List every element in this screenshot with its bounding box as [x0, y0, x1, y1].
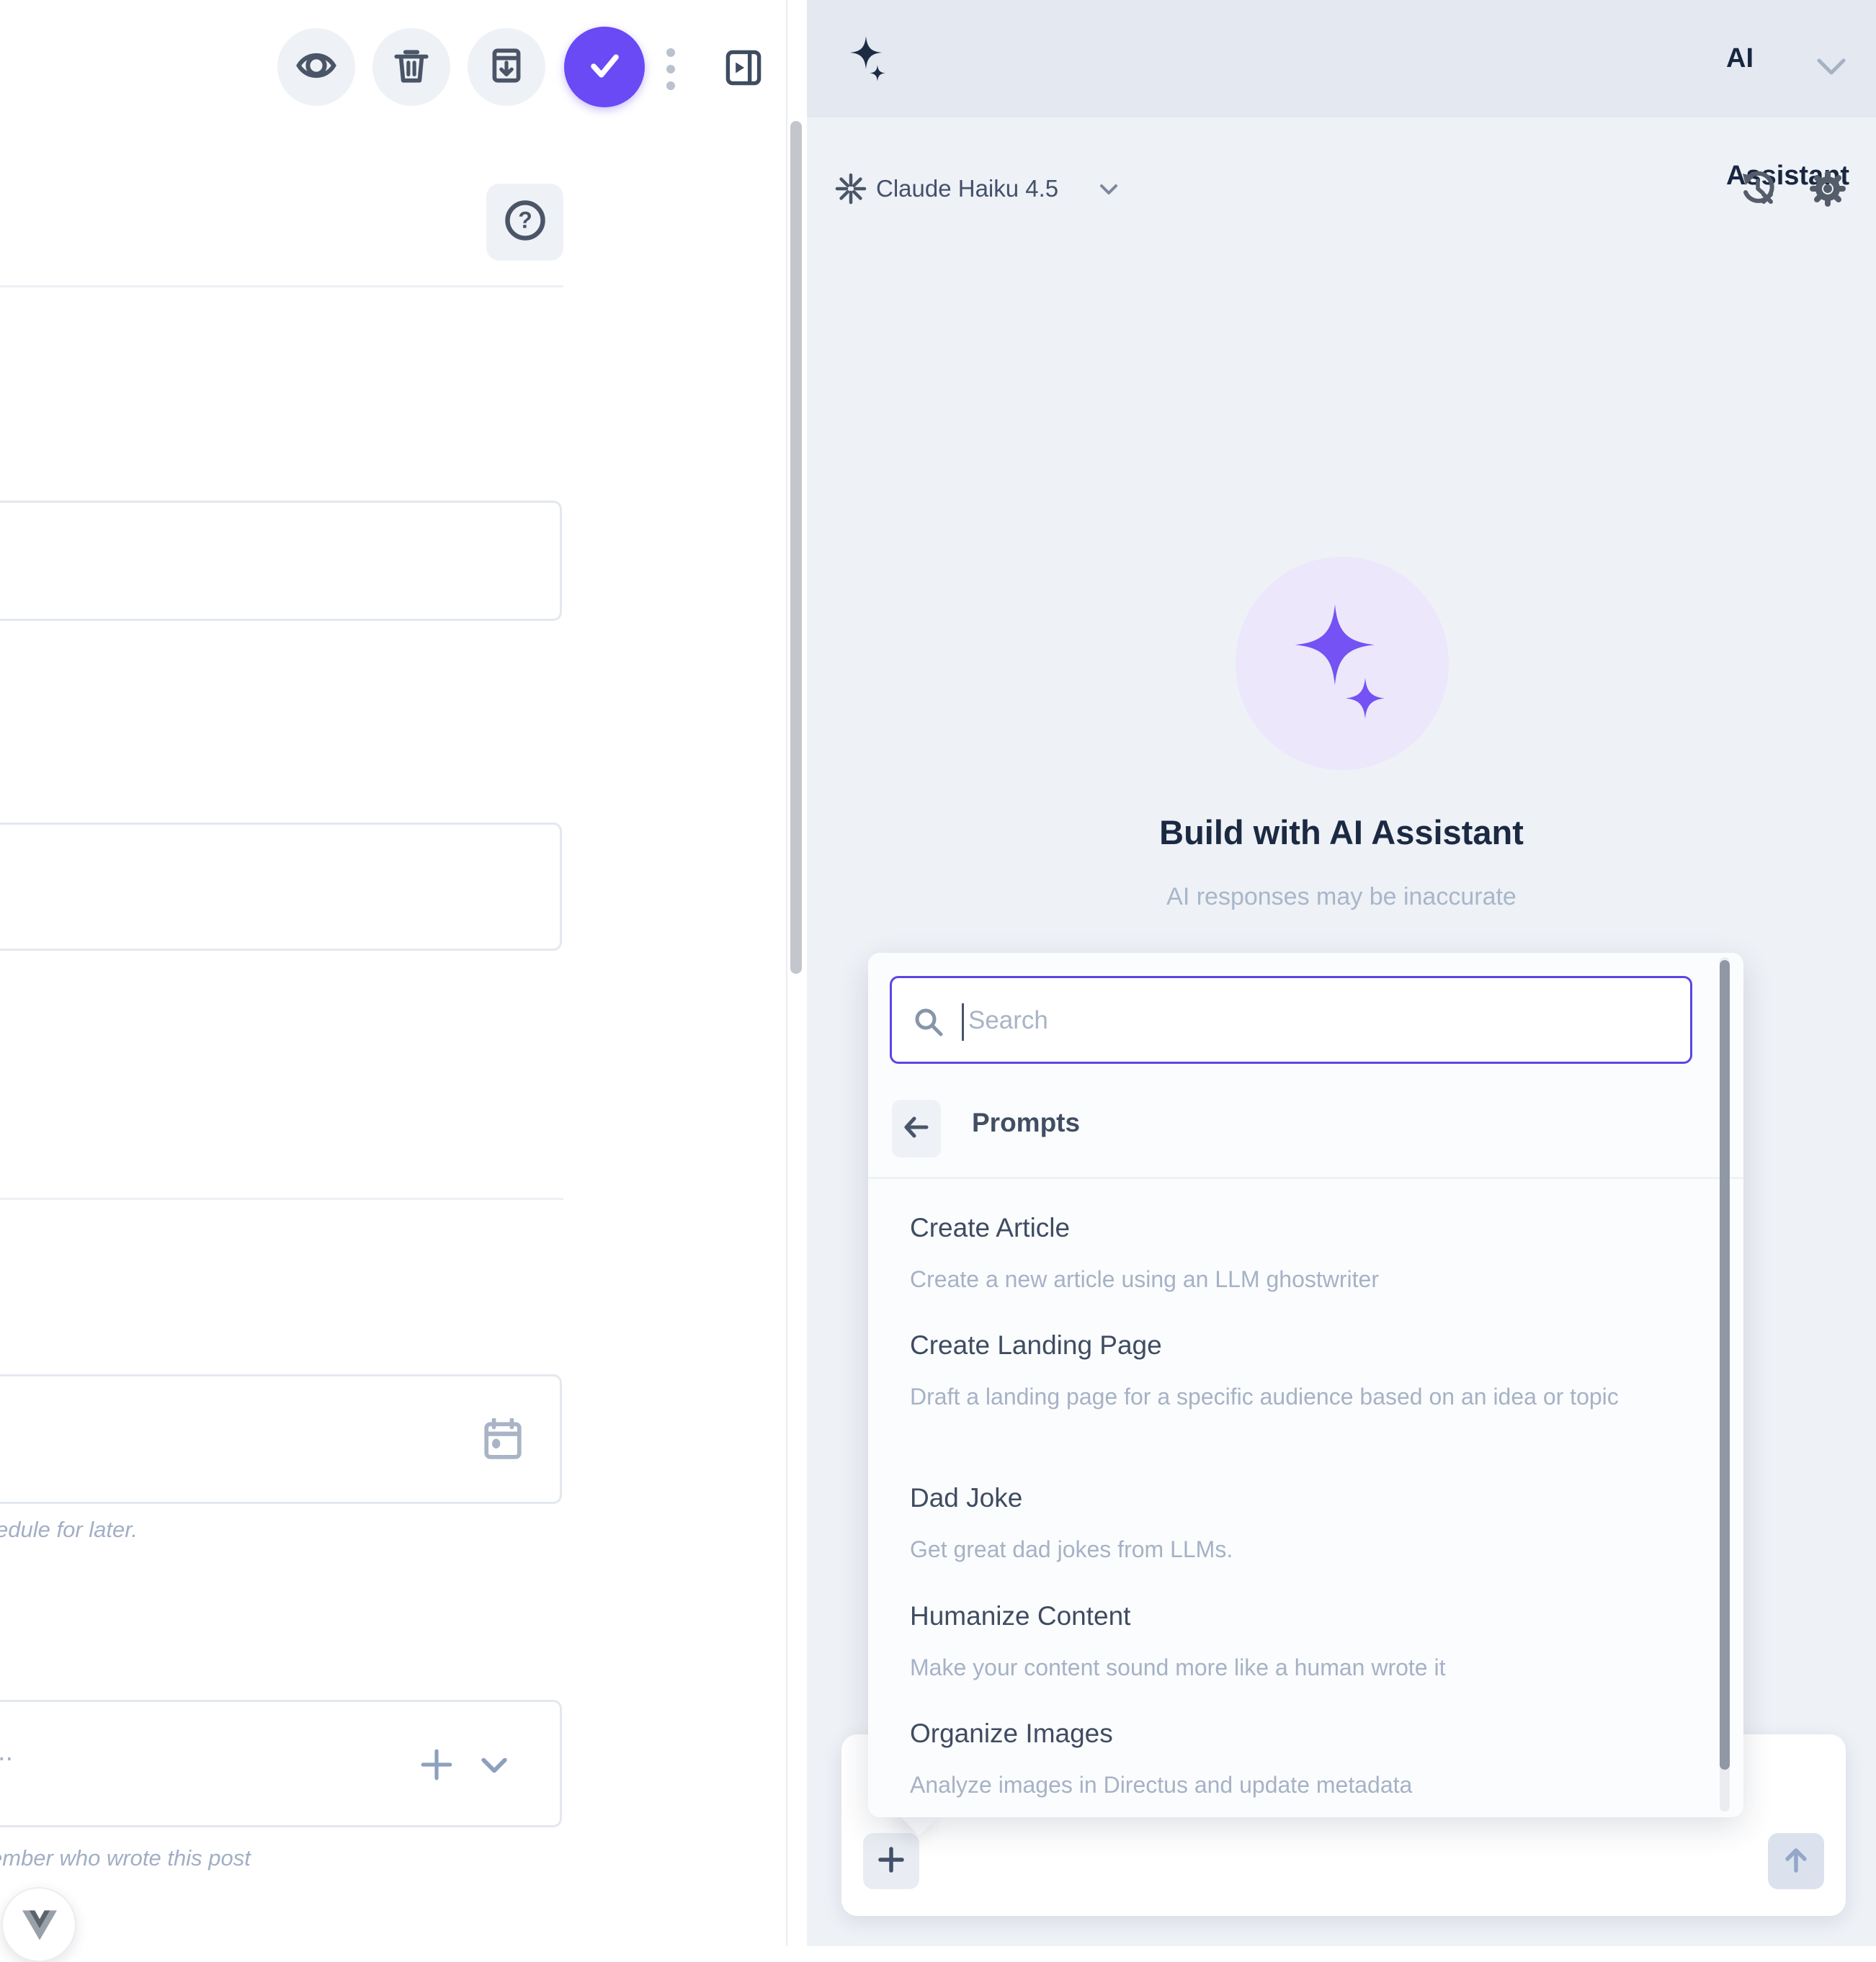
sparkles-icon [849, 36, 892, 89]
attach-button[interactable] [863, 1833, 919, 1889]
prompt-item-title[interactable]: Humanize Content [910, 1600, 1695, 1632]
schedule-note: edule for later. [0, 1517, 138, 1543]
archive-button[interactable] [468, 28, 545, 106]
prompt-item-description[interactable]: Make your content sound more like a huma… [910, 1649, 1688, 1685]
archive-download-icon [486, 45, 527, 90]
prompt-item-title[interactable]: Create Article [910, 1212, 1695, 1244]
empty-state-title: Build with AI Assistant [807, 812, 1876, 852]
popup-scrollbar-thumb[interactable] [1720, 960, 1730, 1770]
save-button[interactable] [564, 27, 645, 107]
popup-divider [868, 1177, 1743, 1179]
settings-button[interactable] [1810, 171, 1846, 210]
help-circle-icon: ? [502, 197, 548, 247]
prompts-popup: Prompts Create Article Create a new arti… [868, 953, 1743, 1817]
plus-icon [876, 1845, 906, 1878]
content-panel: ? edule for later. .. ember who wrote th… [0, 0, 807, 1946]
sidebar-toggle-button[interactable] [724, 47, 763, 92]
calendar-icon[interactable] [482, 1418, 524, 1464]
prompt-item-description[interactable]: Create a new article using an LLM ghostw… [910, 1261, 1688, 1297]
author-field[interactable]: .. [0, 1700, 562, 1827]
prompt-item-title[interactable]: Dad Joke [910, 1482, 1695, 1514]
section-divider [0, 285, 563, 287]
ai-panel-title: AI Assistant [1726, 0, 1876, 117]
prompt-item-description[interactable]: Draft a landing page for a specific audi… [910, 1379, 1688, 1415]
plus-icon[interactable] [419, 1747, 455, 1786]
prompts-heading: Prompts [972, 1108, 1080, 1138]
clear-history-button[interactable] [1740, 171, 1776, 210]
arrow-left-icon [902, 1114, 931, 1144]
help-button[interactable]: ? [486, 184, 563, 261]
left-scrollbar[interactable] [790, 121, 802, 974]
empty-state-subtitle: AI responses may be inaccurate [807, 883, 1876, 911]
ai-assistant-header[interactable]: AI Assistant [807, 0, 1876, 117]
search-icon [912, 1005, 945, 1042]
preview-button[interactable] [277, 28, 355, 106]
text-cursor [962, 1003, 964, 1041]
prompt-item-title[interactable]: Create Landing Page [910, 1330, 1695, 1361]
trash-icon [390, 45, 432, 90]
kebab-menu-icon [666, 48, 675, 57]
prompt-search[interactable] [890, 976, 1692, 1064]
prompt-item-title[interactable]: Organize Images [910, 1718, 1695, 1750]
model-name: Claude Haiku 4.5 [876, 173, 1058, 205]
author-placeholder-fragment: .. [0, 1737, 13, 1768]
more-options-button[interactable] [660, 40, 682, 98]
arrow-up-icon [1781, 1845, 1811, 1878]
eye-icon [294, 43, 339, 91]
chevron-down-icon [1099, 184, 1118, 199]
chevron-down-icon[interactable] [481, 1757, 508, 1778]
form-input-1[interactable] [0, 501, 562, 621]
gear-icon [1810, 197, 1846, 210]
anthropic-starburst-icon [834, 172, 867, 209]
delete-button[interactable] [372, 28, 450, 106]
form-input-2[interactable] [0, 823, 562, 951]
publish-date-field[interactable] [0, 1374, 562, 1504]
prompt-item-description[interactable]: Get great dad jokes from LLMs. [910, 1531, 1688, 1567]
prompt-item-description[interactable]: Analyze images in Directus and update me… [910, 1767, 1688, 1803]
vue-logo [1, 1887, 76, 1962]
panel-divider [786, 0, 787, 1946]
ai-empty-state-circle [1236, 557, 1449, 770]
send-button[interactable] [1768, 1833, 1824, 1889]
clear-history-icon [1740, 197, 1776, 210]
svg-text:?: ? [518, 207, 532, 233]
search-input[interactable] [967, 985, 1647, 1056]
chevron-down-icon[interactable] [1815, 58, 1847, 80]
check-icon [583, 44, 626, 91]
section-divider [0, 1198, 563, 1200]
back-button[interactable] [892, 1100, 941, 1157]
author-note: ember who wrote this post [0, 1845, 251, 1871]
sidebar-toggle-icon [724, 79, 763, 91]
